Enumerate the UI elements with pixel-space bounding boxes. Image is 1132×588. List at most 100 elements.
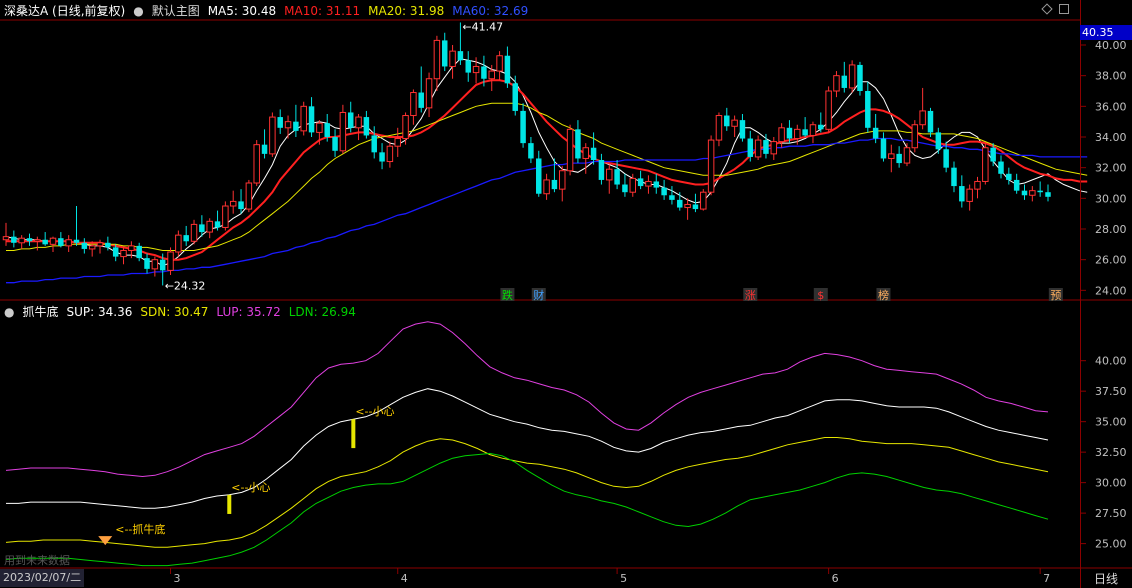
candle-body-down [614,169,620,185]
caution-bar [227,494,232,514]
candle-body-down [590,147,597,160]
candle-body-up [903,147,911,164]
candle-body-down [990,147,996,162]
candle-body-down [692,204,699,210]
candle-body-up [754,139,762,158]
period-button[interactable]: 日线 [1080,570,1132,588]
current-price-tag: 40.35 [1080,25,1132,40]
candle-body-down [418,92,424,108]
candle-body-down [261,144,268,154]
event-marker: 跌 [502,288,513,302]
candle-body-up [34,239,41,242]
bottom-signal-label: <--抓牛底 [115,522,165,536]
candle-body-up [245,182,253,210]
candle-body-up [566,128,574,172]
candle-body-up [715,115,723,141]
candle-body-down [1045,192,1051,197]
annotations: ←41.47 ←24.32 跌 财 涨 $ 榜 预 <--抓牛底 <--小心 <--小心 [98,20,1063,546]
event-marker: $ [817,289,824,302]
candle-body-up [49,237,57,245]
candle-body-up [582,147,590,159]
candle-body-down [105,242,111,248]
candle-body-up [472,65,480,74]
candle-body-down [551,179,558,190]
candle-body-down [1013,179,1020,191]
series-ma10-line [6,79,1088,261]
candle-body-down [637,178,644,187]
candle-body-up [982,147,989,182]
restore-icon[interactable] [1059,4,1069,14]
event-marker: 预 [1050,289,1061,302]
candle-body-down [927,110,934,133]
candle-body-down [42,239,48,245]
candle-body-up [402,115,409,140]
x-tick-label: 5 [620,572,627,585]
stock-title: 深桑达A (日线,前复权) [4,4,126,18]
series-ldn-line [5,452,1049,567]
main-chart-selector[interactable]: 默认主图 [152,1,200,21]
candle-body-down [73,239,80,243]
candle-body-down [504,55,511,84]
date-box: 2023/02/07/二 [0,569,85,587]
diamond-icon[interactable] [1041,3,1053,15]
candle-body-down [661,187,667,196]
candle-body-down [512,83,518,111]
candle-body-up [700,191,707,210]
x-tick-label: 7 [1043,572,1050,585]
candle-body-down [857,64,863,91]
candle-body-down [308,106,315,133]
candle-body-up [1029,190,1036,196]
x-tick-label: 6 [832,572,839,585]
candle-body-down [277,117,283,128]
candle-body-down [959,186,965,202]
candle-body-down [112,247,119,257]
ma10-label: MA10: 31.11 [284,4,361,18]
x-tick-label: 4 [401,572,408,585]
candle-body-up [488,70,495,80]
candle-body-down [324,123,330,137]
candle-body-down [763,140,769,154]
event-marker: 涨 [745,289,756,302]
candlesticks [2,22,1051,286]
candle-body-up [253,144,260,184]
candle-body-down [347,112,354,128]
candle-body-down [841,75,848,88]
candle-body-up [229,200,237,207]
series-sup-line [6,388,1049,509]
sup-label: SUP: 34.36 [66,305,133,319]
candle-body-up [18,237,25,244]
indicator-title: 抓牛底 [22,305,59,319]
candle-body-up [167,251,174,271]
candle-body-up [888,153,895,159]
candle-body-down [183,235,189,242]
candle-body-down [865,91,871,128]
ma20-label: MA20: 31.98 [368,4,445,18]
main-header: 深桑达A (日线,前复权) ● 默认主图 MA5: 30.48 MA10: 31… [4,1,528,21]
chart-canvas: ←41.47←24.32跌财涨 $ 榜预<--抓牛底<--小心<--小心 40.00… [0,19,1132,585]
chevron-down-icon[interactable]: ● [133,1,143,21]
candle-body-down [896,153,902,164]
price-axis [1080,0,1132,588]
candle-body-down [238,201,244,210]
future-data-note: 用到未来数据 [4,554,70,567]
candle-body-down [951,167,957,187]
candle-body-down [363,117,370,136]
candle-body-down [214,221,221,228]
ma5-label: MA5: 30.48 [207,4,277,18]
candle-body-down [332,137,338,151]
candle-body-down [26,238,33,242]
candle-body-up [770,141,778,155]
candle-body-down [880,138,887,159]
caution-bar [351,419,356,449]
candle-body-down [724,115,730,127]
candle-body-up [65,239,72,247]
candle-body-up [120,249,127,258]
candle-body-up [848,64,856,89]
candle-body-up [707,139,715,193]
candle-body-down [199,224,205,233]
candle-body-down [371,135,377,153]
candle-body-down [739,120,746,139]
candle-body-down [1006,173,1012,180]
settings-dot-icon[interactable]: ● [4,302,14,322]
candle-body-up [794,128,801,140]
